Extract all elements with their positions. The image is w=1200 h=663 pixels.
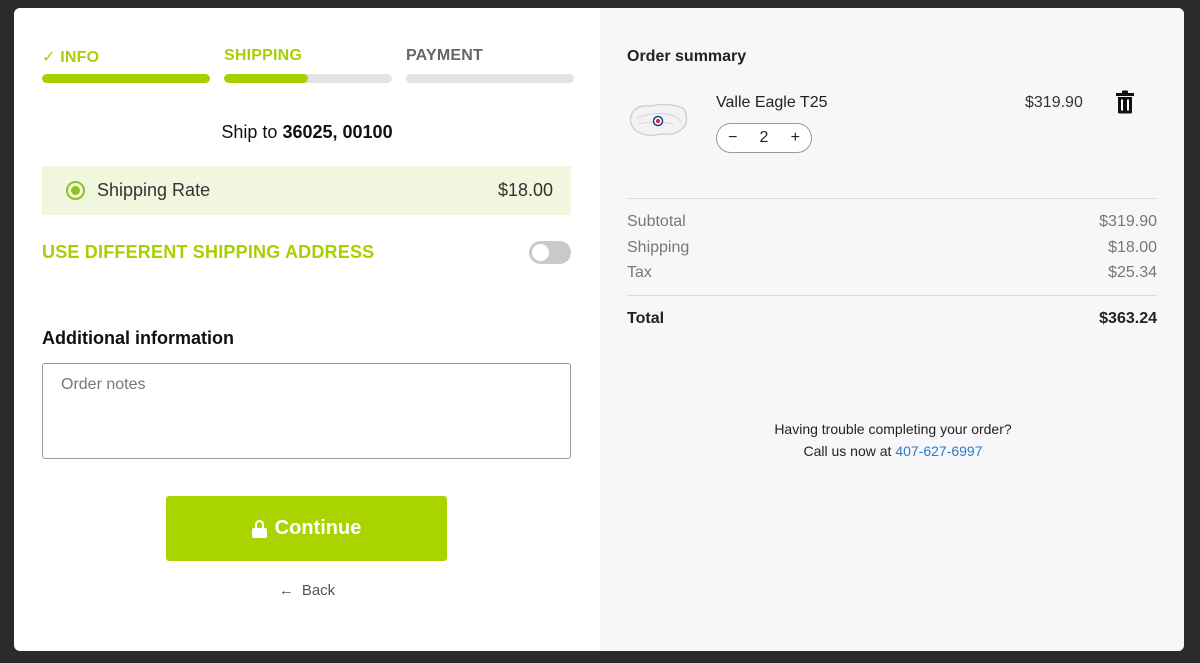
help-call-prefix: Call us now at (803, 443, 892, 459)
step-shipping-label: SHIPPING (224, 47, 303, 64)
subtotal-row: Subtotal $319.90 (627, 213, 1157, 231)
tax-row: Tax $25.34 (627, 264, 1157, 282)
back-link[interactable]: ← Back (14, 582, 600, 599)
item-name: Valle Eagle T25 (716, 94, 828, 111)
lock-icon (251, 519, 267, 538)
additional-info-title: Additional information (42, 328, 234, 348)
checkout-modal: ✓ INFO SHIPPING PAYMENT Ship to 36025, 0… (14, 8, 1184, 651)
total-label: Total (627, 310, 665, 327)
total-value: $363.24 (1099, 310, 1157, 327)
step-info[interactable]: ✓ INFO (42, 47, 210, 83)
shipping-rate-name: Shipping Rate (97, 180, 211, 200)
quantity-decrement-button[interactable]: − (728, 129, 737, 147)
help-line-1: Having trouble completing your order? (774, 421, 1012, 437)
cart-item: Valle Eagle T25 − 2 + $319.90 (627, 88, 1157, 168)
subtotal-label: Subtotal (627, 213, 686, 230)
tax-label: Tax (627, 264, 652, 281)
quantity-stepper: − 2 + (716, 123, 812, 153)
continue-button[interactable]: Continue (166, 496, 447, 561)
ship-to-line: Ship to 36025, 00100 (14, 122, 600, 143)
help-text: Having trouble completing your order? Ca… (600, 418, 1184, 462)
shipping-rate-option[interactable]: Shipping Rate $18.00 (42, 166, 571, 215)
step-shipping[interactable]: SHIPPING (224, 47, 392, 83)
ship-to-prefix: Ship to (221, 122, 278, 142)
arrow-left-icon: ← (278, 582, 294, 599)
order-summary-panel: Order summary Valle Eagle T25 − 2 + $319… (600, 8, 1184, 651)
shipping-row: Shipping $18.00 (627, 239, 1157, 257)
different-address-toggle[interactable] (529, 241, 571, 264)
order-notes-field[interactable] (42, 363, 571, 459)
step-info-progress (42, 74, 210, 83)
product-thumbnail (629, 103, 688, 136)
different-address-label: USE DIFFERENT SHIPPING ADDRESS (42, 242, 375, 262)
total-row: Total $363.24 (627, 310, 1157, 328)
trash-icon[interactable] (1115, 90, 1135, 114)
back-label: Back (301, 582, 336, 599)
shipping-rate-price: $18.00 (497, 180, 553, 200)
ship-to-address: 36025, 00100 (282, 122, 393, 142)
tax-value: $25.34 (1108, 264, 1157, 281)
quantity-value: 2 (759, 129, 769, 146)
step-payment-label: PAYMENT (406, 47, 483, 64)
step-payment[interactable]: PAYMENT (406, 47, 574, 83)
step-shipping-progress (224, 74, 392, 83)
shipping-rate-radio[interactable] (66, 181, 85, 200)
different-address-row: USE DIFFERENT SHIPPING ADDRESS (42, 241, 571, 264)
order-summary-title: Order summary (627, 48, 747, 65)
quantity-increment-button[interactable]: + (791, 129, 800, 147)
shipping-value: $18.00 (1108, 239, 1157, 256)
checkout-steps: ✓ INFO SHIPPING PAYMENT (42, 47, 574, 83)
subtotal-value: $319.90 (1099, 213, 1157, 230)
help-line-2: Call us now at 407-627-6997 (600, 440, 1184, 462)
checkout-form-panel: ✓ INFO SHIPPING PAYMENT Ship to 36025, 0… (14, 8, 600, 651)
shipping-label: Shipping (627, 239, 690, 256)
item-price: $319.90 (1025, 94, 1083, 111)
phone-link[interactable]: 407-627-6997 (895, 443, 982, 459)
step-info-label: ✓ INFO (42, 49, 100, 66)
summary-divider (627, 198, 1157, 199)
step-payment-progress (406, 74, 574, 83)
total-divider (627, 295, 1157, 296)
continue-label: Continue (274, 517, 362, 539)
